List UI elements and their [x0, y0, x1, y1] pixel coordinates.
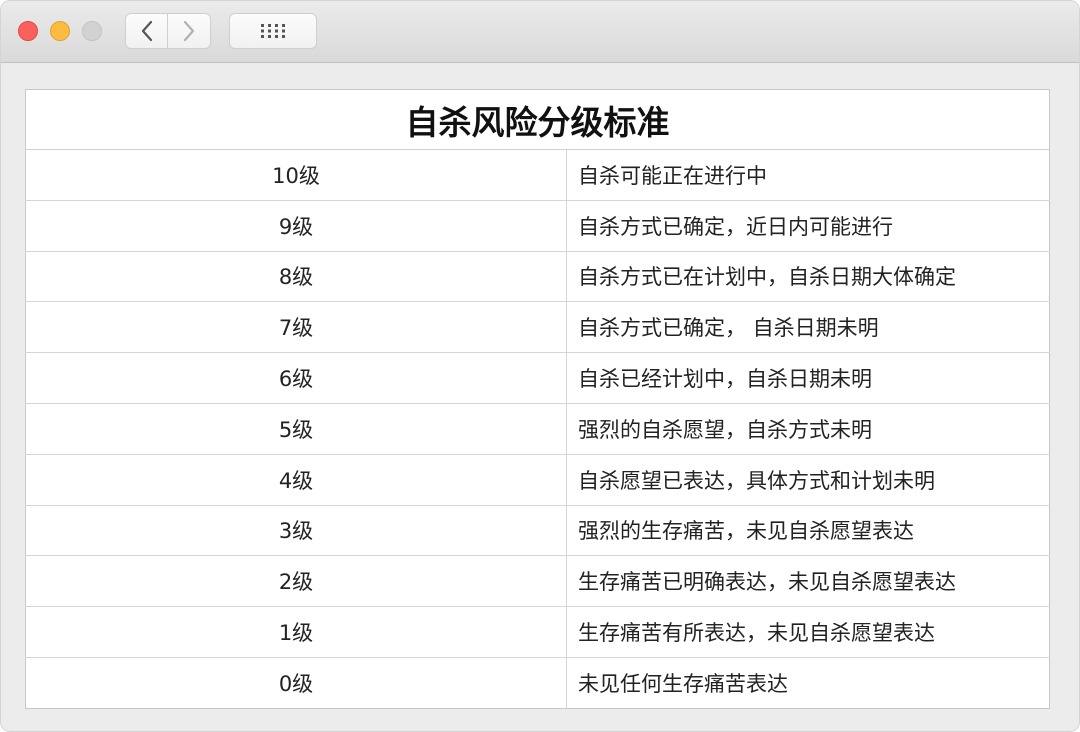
minimize-button[interactable] — [50, 21, 70, 41]
chevron-left-icon — [141, 20, 152, 42]
content-area: 自杀风险分级标准 10级 自杀可能正在进行中 9级 自杀方式已确定，近日内可能进行 8级… — [1, 64, 1079, 731]
table-row: 9级 自杀方式已确定，近日内可能进行 — [25, 200, 1050, 252]
nav-button-group — [125, 13, 211, 49]
table-row: 7级 自杀方式已确定， 自杀日期未明 — [25, 301, 1050, 354]
forward-button[interactable] — [168, 13, 211, 49]
table-row: 6级 自杀已经计划中，自杀日期未明 — [25, 352, 1050, 404]
back-button[interactable] — [125, 13, 168, 49]
table-row: 2级 生存痛苦已明确表达，未见自杀愿望表达 — [25, 555, 1050, 608]
table-row: 1级 生存痛苦有所表达，未见自杀愿望表达 — [25, 606, 1050, 658]
risk-level-cell: 6级 — [25, 352, 567, 404]
table-row: 3级 强烈的生存痛苦，未见自杀愿望表达 — [25, 505, 1050, 557]
risk-description-cell: 自杀愿望已表达，具体方式和计划未明 — [566, 454, 1050, 506]
app-window: 自杀风险分级标准 10级 自杀可能正在进行中 9级 自杀方式已确定，近日内可能进行 8级… — [0, 0, 1080, 732]
risk-level-cell: 1级 — [25, 606, 567, 658]
grid-view-button[interactable] — [229, 13, 317, 49]
table-row: 5级 强烈的自杀愿望，自杀方式未明 — [25, 403, 1050, 455]
table-title: 自杀风险分级标准 — [25, 89, 1050, 150]
risk-description-cell: 自杀方式已在计划中，自杀日期大体确定 — [566, 251, 1050, 303]
table-title-row: 自杀风险分级标准 — [25, 89, 1050, 150]
table-row: 0级 未见任何生存痛苦表达 — [25, 657, 1050, 709]
close-button[interactable] — [18, 21, 38, 41]
risk-level-cell: 7级 — [25, 301, 567, 354]
risk-level-cell: 5级 — [25, 403, 567, 455]
risk-description-cell: 自杀方式已确定，近日内可能进行 — [566, 200, 1050, 252]
risk-description-cell: 自杀可能正在进行中 — [566, 149, 1050, 201]
risk-level-cell: 0级 — [25, 657, 567, 709]
risk-description-cell: 强烈的生存痛苦，未见自杀愿望表达 — [566, 505, 1050, 557]
chevron-right-icon — [183, 20, 195, 42]
title-bar — [1, 1, 1079, 63]
risk-level-cell: 9级 — [25, 200, 567, 252]
table-row: 8级 自杀方式已在计划中，自杀日期大体确定 — [25, 251, 1050, 303]
risk-level-table: 自杀风险分级标准 10级 自杀可能正在进行中 9级 自杀方式已确定，近日内可能进行 8级… — [25, 89, 1050, 709]
risk-level-cell: 4级 — [25, 454, 567, 506]
table-row: 4级 自杀愿望已表达，具体方式和计划未明 — [25, 454, 1050, 506]
zoom-button[interactable] — [82, 21, 102, 41]
risk-description-cell: 生存痛苦有所表达，未见自杀愿望表达 — [566, 606, 1050, 658]
risk-description-cell: 自杀已经计划中，自杀日期未明 — [566, 352, 1050, 404]
grid-icon — [261, 24, 285, 38]
risk-description-cell: 生存痛苦已明确表达，未见自杀愿望表达 — [566, 555, 1050, 608]
risk-description-cell: 未见任何生存痛苦表达 — [578, 671, 788, 696]
risk-level-cell: 2级 — [25, 555, 567, 608]
risk-level-cell: 3级 — [25, 505, 567, 557]
risk-description-cell: 自杀方式已确定， 自杀日期未明 — [566, 301, 1050, 354]
table-body: 10级 自杀可能正在进行中 9级 自杀方式已确定，近日内可能进行 8级 自杀方式已在计划中… — [25, 149, 1050, 709]
risk-level-cell: 10级 — [25, 149, 567, 201]
table-row: 10级 自杀可能正在进行中 — [25, 149, 1050, 201]
risk-description-cell: 强烈的自杀愿望，自杀方式未明 — [566, 403, 1050, 455]
risk-level-cell: 8级 — [25, 251, 567, 303]
